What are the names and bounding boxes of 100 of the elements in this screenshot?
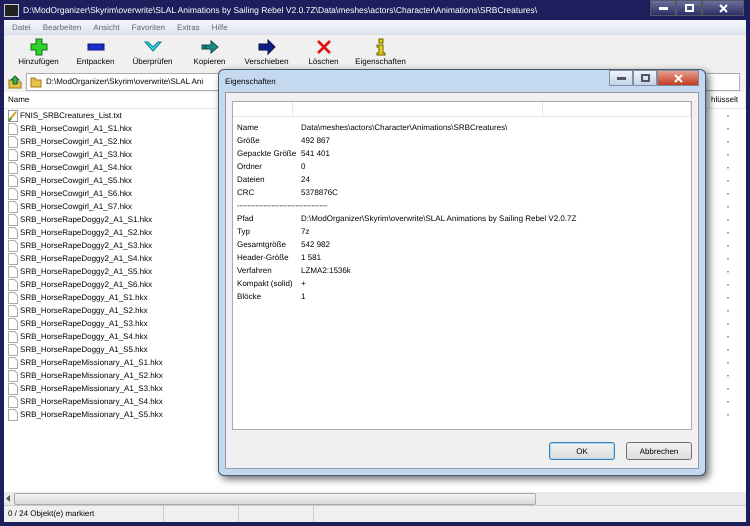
file-name[interactable]: SRB_HorseRapeDoggy_A1_S2.hkx <box>20 306 148 315</box>
file-name[interactable]: SRB_HorseCowgirl_A1_S6.hkx <box>20 189 132 198</box>
close-icon <box>718 4 728 12</box>
close-button[interactable] <box>657 70 699 86</box>
file-icon <box>8 226 18 238</box>
file-name[interactable]: SRB_HorseRapeDoggy2_A1_S5.hkx <box>20 267 152 276</box>
file-name[interactable]: SRB_HorseRapeMissionary_A1_S3.hkx <box>20 384 163 393</box>
property-label: Größe <box>237 135 260 147</box>
file-icon <box>8 188 18 200</box>
table-cell-text: - <box>726 384 730 393</box>
file-name[interactable]: SRB_HorseRapeDoggy2_A1_S4.hkx <box>20 254 152 263</box>
file-icon <box>8 162 18 174</box>
property-label: CRC <box>237 187 254 199</box>
file-name[interactable]: SRB_HorseRapeDoggy2_A1_S2.hkx <box>20 228 152 237</box>
file-icon <box>8 200 18 212</box>
file-icon <box>8 292 18 304</box>
table-cell-text: - <box>726 163 730 172</box>
table-cell-text: - <box>726 397 730 406</box>
toolbar-button[interactable]: Verschieben <box>238 35 295 71</box>
maximize-button[interactable] <box>633 70 657 86</box>
file-name[interactable]: SRB_HorseRapeMissionary_A1_S1.hkx <box>20 358 163 367</box>
table-cell-text: - <box>726 306 730 315</box>
status-text: 0 / 24 Objekt(e) markiert <box>4 506 164 522</box>
file-icon <box>8 266 18 278</box>
scroll-thumb[interactable] <box>14 492 536 504</box>
table-cell-text: - <box>726 371 730 380</box>
file-name[interactable]: SRB_HorseRapeMissionary_A1_S4.hkx <box>20 397 163 406</box>
file-icon <box>8 370 18 382</box>
toolbar-button[interactable]: Hinzufügen <box>10 35 67 71</box>
table-cell-text: - <box>726 293 730 302</box>
property-label: Ordner <box>237 161 262 173</box>
toolbar-button[interactable]: Löschen <box>295 35 352 71</box>
file-name[interactable]: SRB_HorseRapeDoggy2_A1_S3.hkx <box>20 241 152 250</box>
folder-icon <box>30 76 42 88</box>
file-name[interactable]: SRB_HorseCowgirl_A1_S4.hkx <box>20 163 132 172</box>
table-cell-text: - <box>726 189 730 198</box>
table-cell-text: - <box>726 150 730 159</box>
property-label: Verfahren <box>237 265 272 277</box>
property-value: 1 581 <box>301 252 322 264</box>
horizontal-scrollbar[interactable] <box>4 492 746 505</box>
file-name[interactable]: SRB_HorseRapeDoggy2_A1_S1.hkx <box>20 215 152 224</box>
table-cell-text: - <box>726 176 730 185</box>
plus-icon <box>30 38 48 56</box>
table-cell-text: - <box>726 254 730 263</box>
file-name[interactable]: FNIS_SRBCreatures_List.txt <box>20 111 122 120</box>
toolbar-button[interactable]: Entpacken <box>67 35 124 71</box>
file-name[interactable]: SRB_HorseCowgirl_A1_S1.hkx <box>20 124 132 133</box>
menu-item[interactable]: Favoriten <box>132 22 165 32</box>
maximize-icon <box>684 4 694 12</box>
file-icon <box>8 344 18 356</box>
table-cell-text: - <box>726 111 730 120</box>
table-cell-text: - <box>726 358 730 367</box>
table-cell-text: - <box>726 319 730 328</box>
property-value: LZMA2:1536k <box>301 265 351 277</box>
ok-button[interactable]: OK <box>549 442 615 460</box>
property-value: 542 982 <box>301 239 330 251</box>
file-name[interactable]: SRB_HorseRapeDoggy_A1_S4.hkx <box>20 332 148 341</box>
property-value: 1 <box>301 291 306 303</box>
menu-item[interactable]: Ansicht <box>93 22 120 32</box>
file-name[interactable]: SRB_HorseCowgirl_A1_S5.hkx <box>20 176 132 185</box>
minimize-button[interactable] <box>650 0 676 16</box>
close-button[interactable] <box>702 0 744 16</box>
menu-item[interactable]: Hilfe <box>212 22 228 32</box>
table-cell-text: - <box>726 280 730 289</box>
dialog-title: Eigenschaften <box>225 76 276 86</box>
file-name[interactable]: SRB_HorseRapeDoggy2_A1_S6.hkx <box>20 280 152 289</box>
minimize-icon <box>658 6 668 10</box>
property-label: Typ <box>237 226 250 238</box>
toolbar-button[interactable]: Kopieren <box>181 35 238 71</box>
property-value: D:\ModOrganizer\Skyrim\overwrite\SLAL Animations by Sailing Rebel V2.0.7Z <box>301 213 576 225</box>
file-icon <box>8 122 18 134</box>
file-name[interactable]: SRB_HorseCowgirl_A1_S3.hkx <box>20 150 132 159</box>
file-name[interactable]: SRB_HorseCowgirl_A1_S2.hkx <box>20 137 132 146</box>
file-name[interactable]: SRB_HorseRapeMissionary_A1_S5.hkx <box>20 410 163 419</box>
table-cell-text: - <box>726 124 730 133</box>
maximize-icon <box>640 74 650 82</box>
file-name[interactable]: SRB_HorseRapeDoggy_A1_S3.hkx <box>20 319 148 328</box>
toolbar-button[interactable]: Überprüfen <box>124 35 181 71</box>
toolbar-button[interactable]: Eigenschaften <box>352 35 409 71</box>
cancel-button[interactable]: Abbrechen <box>626 442 692 460</box>
menu-item[interactable]: Datei <box>12 22 31 32</box>
scroll-left-icon <box>6 495 11 502</box>
file-name[interactable]: SRB_HorseCowgirl_A1_S7.hkx <box>20 202 132 211</box>
file-icon <box>8 240 18 252</box>
menu-item[interactable]: Bearbeiten <box>42 22 82 32</box>
property-value: 24 <box>301 174 310 186</box>
property-label: Blöcke <box>237 291 262 303</box>
menu-item[interactable]: Extras <box>176 22 200 32</box>
file-icon <box>8 148 18 160</box>
file-icon <box>8 330 18 342</box>
table-cell-text: - <box>726 215 730 224</box>
file-name[interactable]: SRB_HorseRapeDoggy_A1_S1.hkx <box>20 293 148 302</box>
minimize-button[interactable] <box>609 70 633 86</box>
file-name[interactable]: SRB_HorseRapeDoggy_A1_S5.hkx <box>20 345 148 354</box>
property-value: 492 867 <box>301 135 330 147</box>
column-header[interactable]: hlüsselt <box>710 92 746 108</box>
file-name[interactable]: SRB_HorseRapeMissionary_A1_S2.hkx <box>20 371 163 380</box>
table-cell-text: - <box>726 137 730 146</box>
maximize-button[interactable] <box>676 0 702 16</box>
file-icon <box>8 136 18 148</box>
